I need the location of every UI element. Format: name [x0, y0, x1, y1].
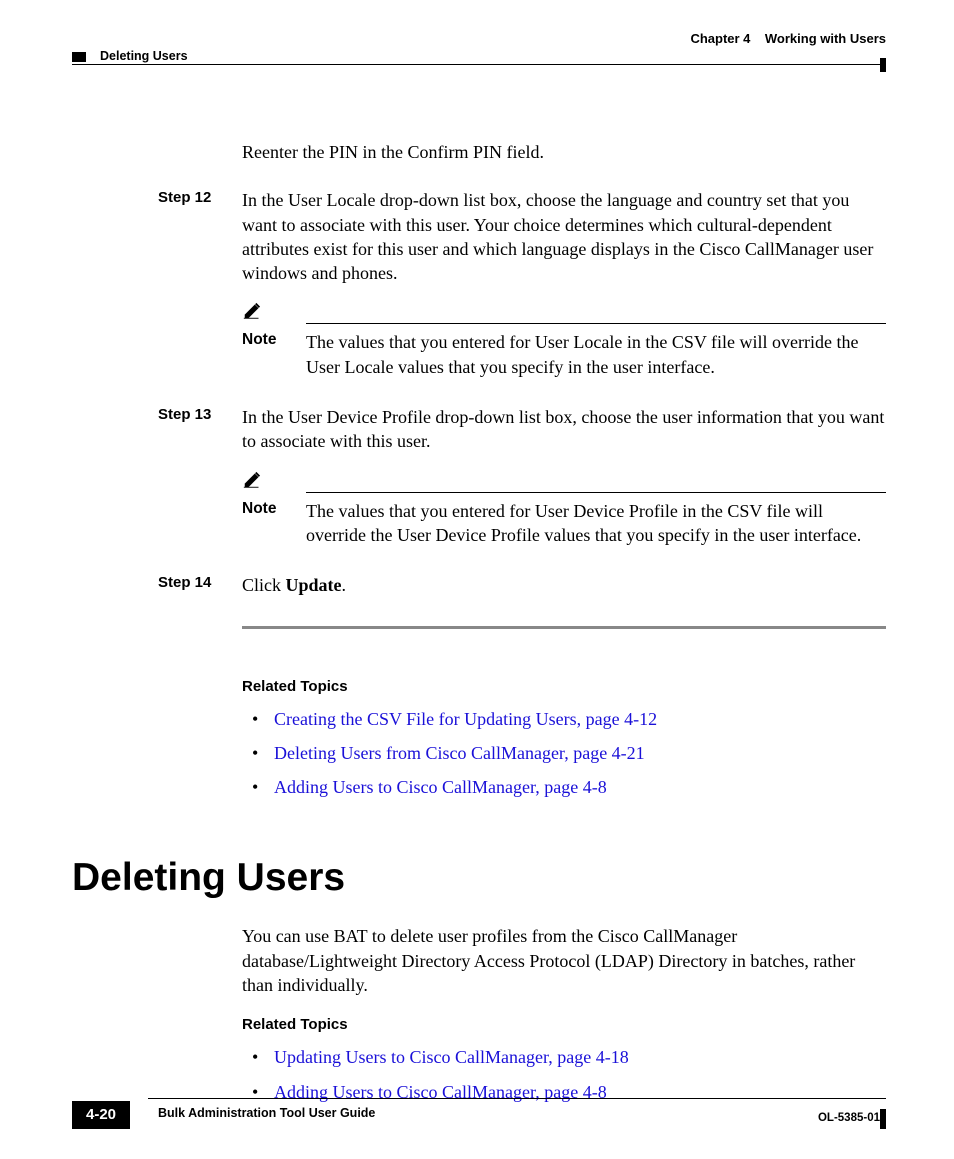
page-footer: Bulk Administration Tool User Guide 4-20… — [72, 1098, 886, 1123]
note-label: Note — [242, 330, 306, 351]
chapter-label: Chapter 4 — [690, 31, 750, 46]
note-block: Note The values that you entered for Use… — [242, 468, 886, 548]
header-rule — [72, 64, 880, 65]
footer-rule — [148, 1098, 886, 1099]
section-heading-deleting-users: Deleting Users — [72, 852, 886, 905]
header-left-marker-icon — [72, 52, 86, 62]
step-14: Step 14 Click Update. — [242, 573, 886, 597]
update-action: Update — [286, 575, 342, 595]
step-text-suffix: . — [342, 575, 347, 595]
related-topics-1: Related Topics Creating the CSV File for… — [242, 677, 886, 800]
step-label: Step 14 — [158, 573, 211, 593]
page-header: Chapter 4 Working with Users Deleting Us… — [72, 30, 886, 70]
note-label: Note — [242, 499, 306, 520]
procedure-end-rule — [242, 626, 886, 629]
step-text-prefix: Click — [242, 575, 286, 595]
section-intro-para: You can use BAT to delete user profiles … — [242, 924, 886, 997]
related-heading: Related Topics — [242, 677, 886, 697]
pencil-note-icon — [242, 299, 264, 321]
step-text: Click Update. — [242, 573, 886, 597]
list-item: Updating Users to Cisco CallManager, pag… — [252, 1045, 886, 1069]
related-topics-2: Related Topics Updating Users to Cisco C… — [242, 1015, 886, 1104]
pencil-note-icon — [242, 468, 264, 490]
xref-link[interactable]: Deleting Users from Cisco CallManager, p… — [274, 743, 645, 763]
header-chapter-line: Chapter 4 Working with Users — [72, 30, 886, 48]
footer-right-marker-icon — [880, 1109, 886, 1129]
list-item: Deleting Users from Cisco CallManager, p… — [252, 741, 886, 765]
note-text: The values that you entered for User Dev… — [306, 499, 886, 548]
step-13: Step 13 In the User Device Profile drop-… — [242, 405, 886, 547]
note-text: The values that you entered for User Loc… — [306, 330, 886, 379]
intro-text: Reenter the PIN in the Confirm PIN field… — [242, 140, 886, 164]
xref-link[interactable]: Adding Users to Cisco CallManager, page … — [274, 777, 607, 797]
list-item: Creating the CSV File for Updating Users… — [252, 707, 886, 731]
step-label: Step 13 — [158, 405, 211, 425]
doc-code: OL-5385-01 — [818, 1111, 880, 1127]
xref-link[interactable]: Updating Users to Cisco CallManager, pag… — [274, 1047, 629, 1067]
note-block: Note The values that you entered for Use… — [242, 299, 886, 379]
xref-link[interactable]: Creating the CSV File for Updating Users… — [274, 709, 657, 729]
step-12: Step 12 In the User Locale drop-down lis… — [242, 188, 886, 379]
header-section-name: Deleting Users — [100, 48, 188, 65]
list-item: Adding Users to Cisco CallManager, page … — [252, 775, 886, 799]
step-text: In the User Device Profile drop-down lis… — [242, 405, 886, 454]
book-title: Bulk Administration Tool User Guide — [158, 1105, 381, 1122]
step-text: In the User Locale drop-down list box, c… — [242, 188, 886, 285]
step-label: Step 12 — [158, 188, 211, 208]
chapter-title: Working with Users — [765, 31, 886, 46]
related-heading: Related Topics — [242, 1015, 886, 1035]
header-right-marker-icon — [880, 58, 886, 72]
page-number-badge: 4-20 — [72, 1101, 130, 1129]
